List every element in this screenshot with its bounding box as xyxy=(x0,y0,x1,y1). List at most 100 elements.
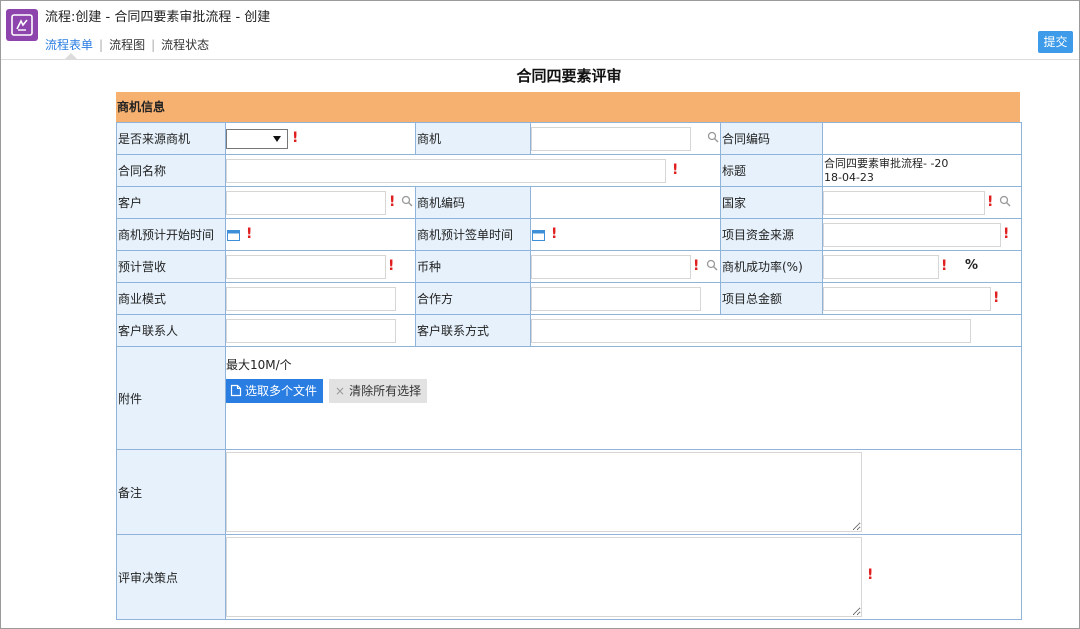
label-success-rate: 商机成功率(%) xyxy=(720,250,823,283)
app-logo-icon xyxy=(6,9,38,41)
header-bar: 流程:创建 - 合同四要素审批流程 - 创建 流程表单 | 流程图 | 流程状态 提交 xyxy=(1,1,1079,60)
label-opp-start-time: 商机预计开始时间 xyxy=(116,218,226,251)
required-mark: ! xyxy=(993,290,1000,306)
opportunity-input[interactable] xyxy=(531,126,691,151)
tab-form[interactable]: 流程表单 xyxy=(45,36,93,53)
form-row: 附件 最大10M/个 选取多个文件 × 清除所有选择 xyxy=(116,346,1022,450)
close-icon: × xyxy=(335,384,346,398)
search-icon[interactable] xyxy=(707,131,719,143)
label-remarks: 备注 xyxy=(116,449,226,535)
cell-fund-source: ! xyxy=(822,218,1022,251)
contract-name-input[interactable] xyxy=(226,158,666,183)
tab-status[interactable]: 流程状态 xyxy=(161,36,209,53)
cell-currency: ! xyxy=(530,250,721,283)
file-icon xyxy=(230,384,242,397)
cell-contract-code xyxy=(822,122,1022,155)
search-icon[interactable] xyxy=(999,195,1011,207)
partner-input[interactable] xyxy=(531,286,701,311)
required-mark: ! xyxy=(672,162,679,178)
calendar-icon[interactable] xyxy=(227,229,240,241)
required-mark: ! xyxy=(389,194,396,210)
decision-points-textarea[interactable] xyxy=(226,537,862,617)
required-mark: ! xyxy=(987,194,994,210)
expected-revenue-input[interactable] xyxy=(226,254,386,279)
cell-attachment: 最大10M/个 选取多个文件 × 清除所有选择 xyxy=(225,346,1022,450)
cell-opportunity xyxy=(530,122,721,155)
section-header: 商机信息 xyxy=(116,92,1020,122)
search-icon[interactable] xyxy=(401,195,413,207)
required-mark: ! xyxy=(693,258,700,274)
form-row: 客户联系人 客户联系方式 xyxy=(116,314,1022,347)
required-mark: ! xyxy=(246,226,253,242)
form-row: 合同名称 ! 标题 合同四要素审批流程- -20 18-04-23 xyxy=(116,154,1022,187)
cell-opportunity-code xyxy=(530,186,721,219)
cell-customer-contact-way xyxy=(530,314,1022,347)
label-opportunity: 商机 xyxy=(415,122,531,155)
cell-partner xyxy=(530,282,721,315)
submit-button[interactable]: 提交 xyxy=(1038,31,1073,53)
cell-opp-sign-time: ! xyxy=(530,218,721,251)
label-from-source: 是否来源商机 xyxy=(116,122,226,155)
customer-contact-way-input[interactable] xyxy=(531,318,971,343)
search-icon[interactable] xyxy=(706,259,718,271)
customer-input[interactable] xyxy=(226,190,386,215)
form-row: 客户 ! 商机编码 国家 ! xyxy=(116,186,1022,219)
form-row: 商业模式 合作方 项目总金额 ! xyxy=(116,282,1022,315)
required-mark: ! xyxy=(388,258,395,274)
required-mark: ! xyxy=(867,567,874,583)
currency-input[interactable] xyxy=(531,254,691,279)
customer-contact-input[interactable] xyxy=(226,318,396,343)
upload-files-button[interactable]: 选取多个文件 xyxy=(226,379,324,403)
required-mark: ! xyxy=(1003,226,1010,242)
clear-selection-button[interactable]: × 清除所有选择 xyxy=(329,379,428,403)
country-input[interactable] xyxy=(823,190,985,215)
label-customer-contact: 客户联系人 xyxy=(116,314,226,347)
label-contract-code: 合同编码 xyxy=(720,122,823,155)
app-window: 流程:创建 - 合同四要素审批流程 - 创建 流程表单 | 流程图 | 流程状态 提交 … xyxy=(0,0,1080,629)
label-project-total: 项目总金额 xyxy=(720,282,823,315)
label-partner: 合作方 xyxy=(415,282,531,315)
label-fund-source: 项目资金来源 xyxy=(720,218,823,251)
label-customer: 客户 xyxy=(116,186,226,219)
required-mark: ! xyxy=(551,226,558,242)
cell-from-source: ! xyxy=(225,122,416,155)
cell-business-model xyxy=(225,282,416,315)
business-model-input[interactable] xyxy=(226,286,396,311)
cell-country: ! xyxy=(822,186,1022,219)
tab-separator: | xyxy=(99,38,104,52)
cell-expected-revenue: ! xyxy=(225,250,416,283)
attachment-hint: 最大10M/个 xyxy=(226,358,292,372)
form-row: 是否来源商机 ! 商机 合同编码 xyxy=(116,122,1022,155)
form-row: 商机预计开始时间 ! 商机预计签单时间 ! 项目资金来源 ! xyxy=(116,218,1022,251)
success-rate-input[interactable] xyxy=(823,254,939,279)
percent-sign: % xyxy=(965,258,979,273)
label-opp-sign-time: 商机预计签单时间 xyxy=(415,218,531,251)
required-mark: ! xyxy=(292,130,299,146)
form-row: 备注 xyxy=(116,449,1022,535)
label-business-model: 商业模式 xyxy=(116,282,226,315)
cell-customer: ! xyxy=(225,186,416,219)
cell-subject: 合同四要素审批流程- -20 18-04-23 xyxy=(822,154,1022,187)
project-total-input[interactable] xyxy=(823,286,991,311)
label-subject: 标题 xyxy=(720,154,823,187)
cell-decision-points: ! xyxy=(225,534,1022,620)
clear-selection-label: 清除所有选择 xyxy=(349,384,422,398)
label-contract-name: 合同名称 xyxy=(116,154,226,187)
form-title: 合同四要素评审 xyxy=(516,67,622,85)
tab-flowchart[interactable]: 流程图 xyxy=(109,36,145,53)
cell-opp-start-time: ! xyxy=(225,218,416,251)
form-row: 预计营收 ! 币种 ! 商机成功率(%) ! % xyxy=(116,250,1022,283)
from-source-select[interactable] xyxy=(226,128,288,149)
tab-separator: | xyxy=(151,38,156,52)
remarks-textarea[interactable] xyxy=(226,452,862,532)
window-title: 流程:创建 - 合同四要素审批流程 - 创建 xyxy=(45,10,271,25)
fund-source-input[interactable] xyxy=(823,222,1001,247)
active-tab-indicator xyxy=(65,53,77,59)
cell-customer-contact xyxy=(225,314,416,347)
label-currency: 币种 xyxy=(415,250,531,283)
attachment-actions: 选取多个文件 × 清除所有选择 xyxy=(226,379,1021,403)
label-customer-contact-way: 客户联系方式 xyxy=(415,314,531,347)
calendar-icon[interactable] xyxy=(532,229,545,241)
label-decision-points: 评审决策点 xyxy=(116,534,226,620)
cell-project-total: ! xyxy=(822,282,1022,315)
